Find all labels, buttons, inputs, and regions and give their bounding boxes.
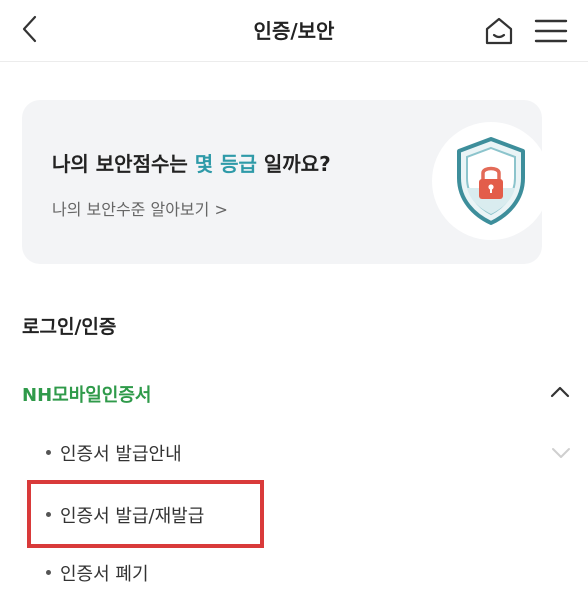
menu-item-certificate-issue-guide[interactable]: 인증서 발급안내 (0, 430, 588, 476)
menu-item-label: 인증서 발급안내 (60, 444, 182, 465)
home-button[interactable] (482, 14, 516, 48)
bullet-dot (46, 512, 51, 517)
shield-badge (432, 122, 550, 240)
nh-mobile-certificate-group[interactable]: NH모바일인증서 (0, 368, 588, 416)
security-score-card[interactable]: 나의 보안점수는 몇 등급 일까요? 나의 보안수준 알아보기 > (22, 100, 550, 264)
bullet-dot (46, 570, 51, 575)
security-shield-lock-icon (457, 137, 525, 225)
home-icon (485, 17, 513, 45)
security-level-link[interactable]: 나의 보안수준 알아보기 > (52, 196, 228, 220)
chevron-up-icon (550, 386, 570, 398)
menu-item-certificate-issue-reissue[interactable]: 인증서 발급/재발급 (0, 492, 588, 538)
headline-prefix: 나의 보안점수는 (52, 152, 195, 176)
chevron-down-icon (552, 448, 570, 458)
menu-item-label: 인증서 발급/재발급 (60, 506, 205, 527)
group-label: NH모바일인증서 (22, 385, 152, 406)
menu-button[interactable] (532, 14, 570, 48)
security-score-headline: 나의 보안점수는 몇 등급 일까요? (52, 148, 331, 177)
top-app-bar: 인증/보안 (0, 0, 588, 62)
headline-suffix: 일까요? (256, 152, 331, 176)
bullet-dot (46, 450, 51, 455)
section-title-login-auth: 로그인/인증 (22, 316, 117, 338)
headline-accent: 몇 등급 (194, 152, 257, 176)
menu-item-certificate-revoke[interactable]: 인증서 폐기 (0, 550, 588, 596)
hamburger-menu-icon (534, 19, 568, 43)
menu-item-label: 인증서 폐기 (60, 564, 149, 585)
